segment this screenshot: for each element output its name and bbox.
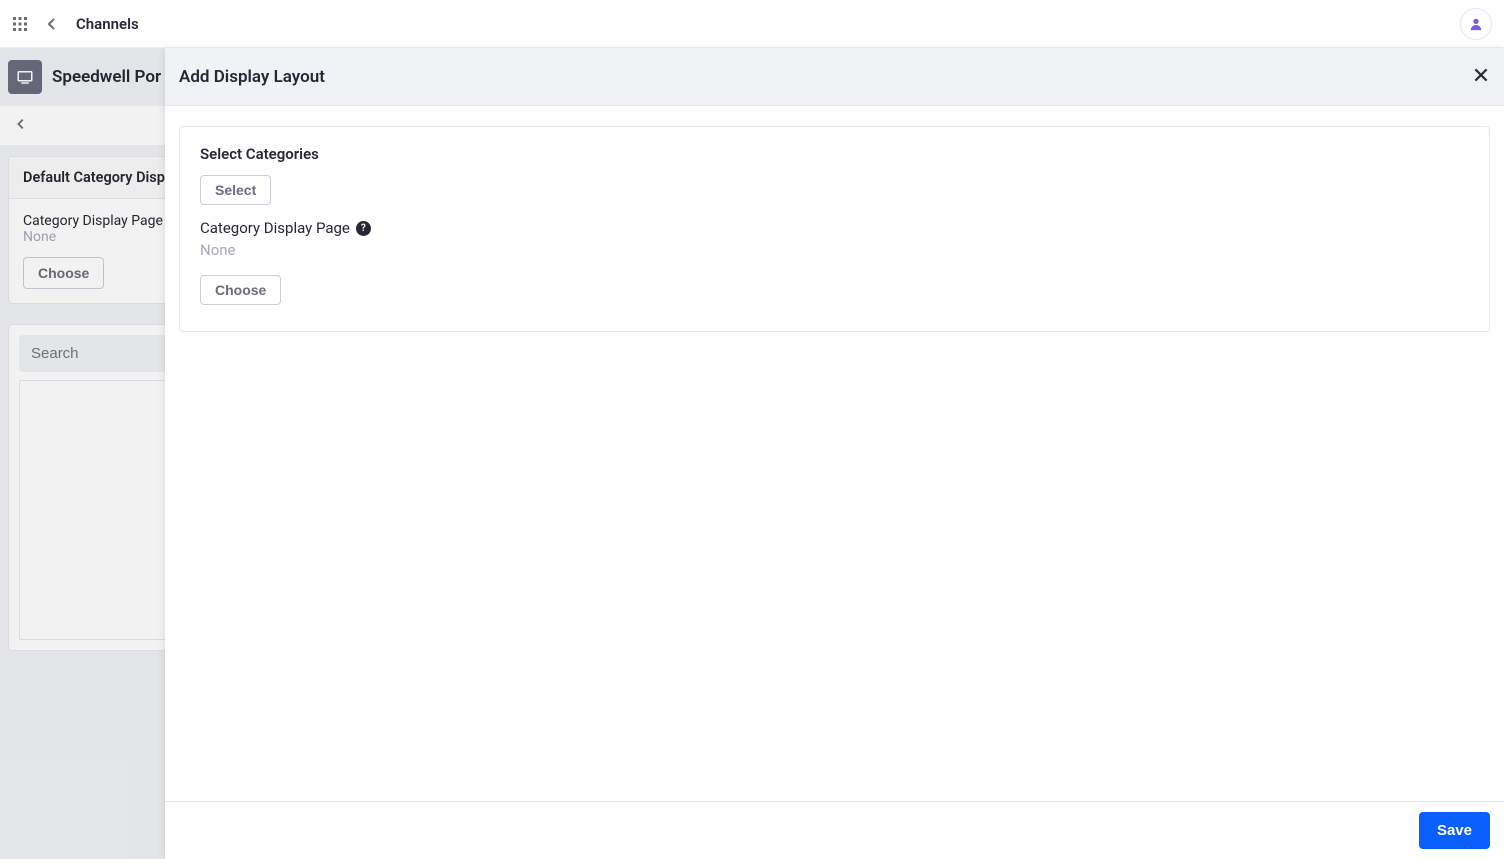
- page-title: Channels: [76, 15, 139, 33]
- close-button[interactable]: [1472, 66, 1490, 88]
- save-button[interactable]: Save: [1419, 812, 1490, 849]
- panel-title: Add Display Layout: [179, 67, 325, 87]
- add-display-layout-panel: Add Display Layout Select Categories Sel…: [165, 48, 1504, 859]
- nav-back-icon[interactable]: [14, 117, 28, 135]
- select-categories-label: Select Categories: [200, 145, 1469, 163]
- topbar: Channels: [0, 0, 1504, 48]
- panel-body: Select Categories Select Category Displa…: [165, 106, 1504, 801]
- channel-icon: [8, 60, 42, 94]
- apps-grid-icon[interactable]: [12, 16, 28, 32]
- context-title: Speedwell Por: [52, 67, 161, 87]
- choose-page-button[interactable]: Choose: [200, 275, 281, 305]
- user-icon: [1469, 17, 1483, 31]
- category-display-page-label: Category Display Page: [200, 219, 350, 237]
- panel-card: Select Categories Select Category Displa…: [179, 126, 1490, 332]
- user-menu-button[interactable]: [1460, 8, 1492, 40]
- close-icon: [1472, 66, 1490, 84]
- back-icon[interactable]: [44, 16, 60, 32]
- help-icon[interactable]: ?: [356, 221, 371, 236]
- panel-header: Add Display Layout: [165, 48, 1504, 106]
- select-categories-button[interactable]: Select: [200, 175, 271, 205]
- choose-default-button[interactable]: Choose: [23, 257, 104, 289]
- category-display-page-value: None: [200, 241, 1469, 259]
- panel-footer: Save: [165, 801, 1504, 859]
